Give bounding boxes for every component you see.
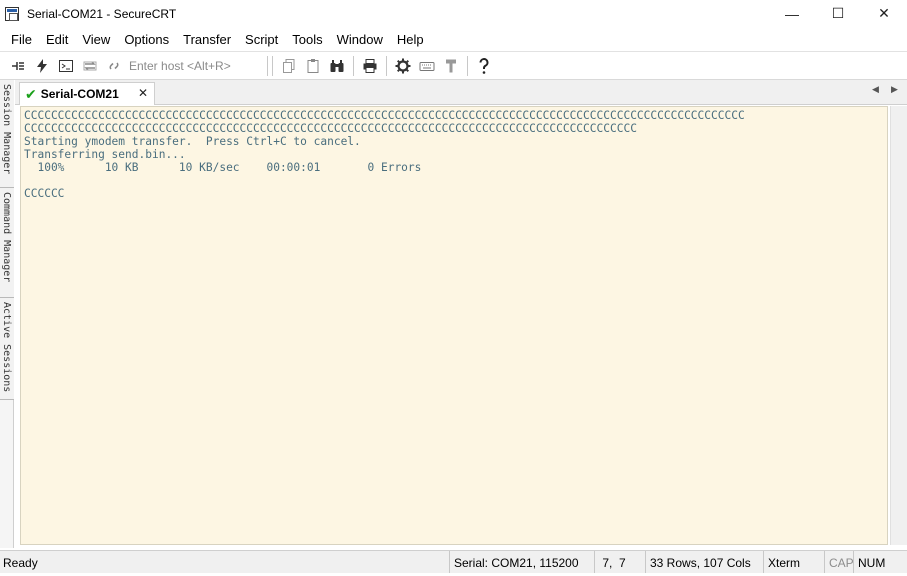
menu-tools[interactable]: Tools: [285, 32, 329, 47]
print-icon[interactable]: [358, 55, 382, 77]
terminal-screen[interactable]: CCCCCCCCCCCCCCCCCCCCCCCCCCCCCCCCCCCCCCCC…: [20, 106, 888, 545]
session-manager-tab[interactable]: Session Manager: [0, 80, 14, 188]
command-manager-tab[interactable]: Command Manager: [0, 188, 14, 298]
session-options-gear-icon[interactable]: [391, 55, 415, 77]
left-dock: Session Manager Command Manager Active S…: [0, 80, 14, 548]
keymap-keyboard-icon[interactable]: [415, 55, 439, 77]
find-icon[interactable]: [325, 55, 349, 77]
terminal-line: CCCCCC: [24, 187, 65, 200]
status-terminal-type: Xterm: [763, 551, 804, 575]
connect-icon[interactable]: [6, 55, 30, 77]
copy-icon[interactable]: [277, 55, 301, 77]
terminal-line: CCCCCCCCCCCCCCCCCCCCCCCCCCCCCCCCCCCCCCCC…: [24, 122, 637, 135]
status-cursor-position: 7, 7: [594, 551, 630, 575]
menu-script[interactable]: Script: [238, 32, 285, 47]
menu-help[interactable]: Help: [390, 32, 431, 47]
window-title: Serial-COM21 - SecureCRT: [27, 6, 177, 21]
toolbar: [0, 52, 907, 80]
terminal-line: Starting ymodem transfer. Press Ctrl+C t…: [24, 135, 361, 148]
tab-scroll-right-icon[interactable]: ▶: [891, 84, 898, 95]
status-bar: Ready Serial: COM21, 115200 7, 7 33 Rows…: [0, 550, 907, 575]
active-sessions-label: Active Sessions: [1, 302, 12, 393]
tab-scroll-left-icon[interactable]: ◀: [872, 84, 879, 95]
tab-close-icon[interactable]: ✕: [138, 86, 148, 100]
help-icon[interactable]: [472, 55, 496, 77]
menu-options[interactable]: Options: [117, 32, 176, 47]
minimize-button[interactable]: —: [769, 0, 815, 27]
securecrt-app-icon[interactable]: [5, 6, 19, 21]
close-button[interactable]: ✕: [861, 0, 907, 27]
terminal-line: 100% 10 KB 10 KB/sec 00:00:01 0 Errors: [24, 161, 422, 174]
menu-window[interactable]: Window: [330, 32, 390, 47]
connected-check-icon: ✔: [25, 85, 37, 102]
quick-connect-icon[interactable]: [30, 55, 54, 77]
command-manager-label: Command Manager: [1, 192, 12, 283]
window-controls: — ☐ ✕: [769, 0, 907, 27]
reconnect-icon[interactable]: [78, 55, 102, 77]
menu-file[interactable]: File: [4, 32, 39, 47]
terminal-line: Transferring send.bin...: [24, 148, 186, 161]
disconnect-icon[interactable]: [102, 55, 126, 77]
status-ready: Ready: [3, 556, 38, 570]
menu-transfer[interactable]: Transfer: [176, 32, 238, 47]
status-terminal-size: 33 Rows, 107 Cols: [645, 551, 755, 575]
paste-icon[interactable]: [301, 55, 325, 77]
terminal-scrollbar[interactable]: [890, 106, 907, 545]
sftp-key-icon[interactable]: [439, 55, 463, 77]
maximize-button[interactable]: ☐: [815, 0, 861, 27]
toolbar-separator: [386, 55, 387, 76]
session-tab-bar: ✔ Serial-COM21 ✕ ◀ ▶: [15, 80, 907, 105]
host-input[interactable]: [126, 55, 268, 76]
toolbar-separator: [467, 55, 468, 76]
connect-shell-icon[interactable]: [54, 55, 78, 77]
session-tab-serial-com21[interactable]: ✔ Serial-COM21 ✕: [19, 82, 155, 105]
terminal-line: CCCCCCCCCCCCCCCCCCCCCCCCCCCCCCCCCCCCCCCC…: [24, 109, 745, 122]
session-tab-label: Serial-COM21: [40, 87, 119, 101]
menu-bar: File Edit View Options Transfer Script T…: [0, 27, 907, 52]
toolbar-separator: [272, 55, 273, 76]
title-bar: Serial-COM21 - SecureCRT — ☐ ✕: [0, 0, 907, 27]
menu-view[interactable]: View: [75, 32, 117, 47]
active-sessions-tab[interactable]: Active Sessions: [0, 298, 14, 400]
status-num-lock: NUM: [853, 551, 889, 575]
status-connection: Serial: COM21, 115200: [449, 551, 583, 575]
toolbar-separator: [353, 55, 354, 76]
session-manager-label: Session Manager: [1, 84, 12, 175]
menu-edit[interactable]: Edit: [39, 32, 75, 47]
